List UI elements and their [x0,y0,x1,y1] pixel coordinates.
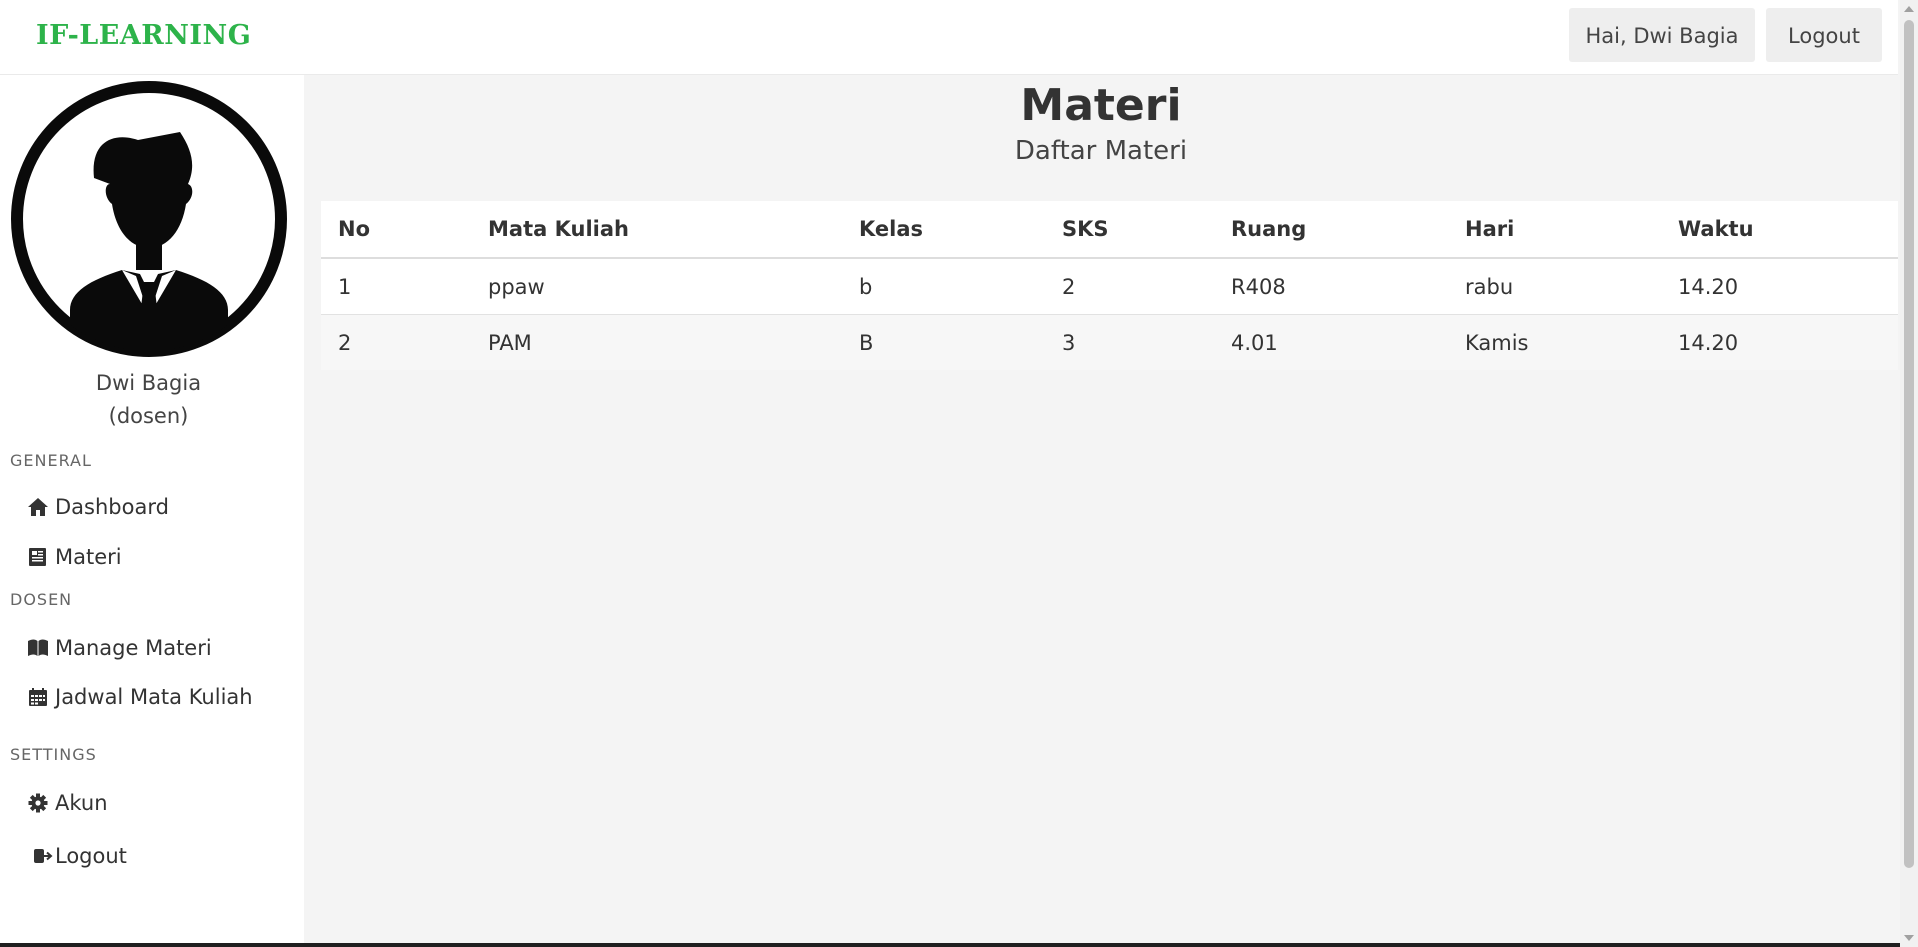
table-row: 2 PAM B 3 4.01 Kamis 14.20 [321,314,1898,370]
cell-ruang: R408 [1214,258,1448,315]
logout-button[interactable]: Logout [1766,8,1882,62]
sidebar-item-label: Logout [55,844,127,868]
cell-hari: Kamis [1448,314,1661,370]
profile-name: Dwi Bagia [95,371,202,395]
column-header-kelas: Kelas [842,201,1045,259]
section-label-settings: SETTINGS [10,745,97,764]
brand-logo[interactable]: IF-LEARNING [36,20,251,51]
cell-waktu: 14.20 [1661,258,1898,315]
user-greeting-button[interactable]: Hai, Dwi Bagia [1569,8,1755,62]
sidebar-item-label: Manage Materi [55,636,212,660]
sidebar-item-label: Dashboard [55,495,169,519]
cell-waktu: 14.20 [1661,314,1898,370]
window-bottom-border [0,943,1900,947]
sign-out-icon [34,849,53,863]
vertical-scrollbar[interactable] [1900,0,1918,947]
sidebar-item-logout[interactable]: Logout [33,839,127,873]
scrollbar-thumb[interactable] [1904,20,1914,868]
cell-no: 1 [321,258,471,315]
sidebar-item-label: Materi [55,545,122,569]
user-avatar-icon [11,81,287,357]
cell-mata-kuliah: ppaw [471,258,842,315]
gear-icon [28,793,48,813]
cell-sks: 2 [1045,258,1214,315]
profile-role: (dosen) [108,404,189,428]
sidebar: Dwi Bagia (dosen) GENERAL Dashboard Mate… [0,75,304,947]
cell-kelas: B [842,314,1045,370]
section-label-dosen: DOSEN [10,590,73,609]
sidebar-item-akun[interactable]: Akun [27,786,108,820]
sidebar-item-manage-materi[interactable]: Manage Materi [27,631,212,665]
scroll-down-arrow-icon[interactable] [1904,935,1914,941]
cell-hari: rabu [1448,258,1661,315]
table-header-row: No Mata Kuliah Kelas SKS Ruang Hari Wakt… [321,201,1898,259]
sidebar-item-label: Akun [55,791,108,815]
sidebar-item-label: Jadwal Mata Kuliah [55,685,253,709]
column-header-no: No [321,201,471,259]
cell-mata-kuliah: PAM [471,314,842,370]
materi-table: No Mata Kuliah Kelas SKS Ruang Hari Wakt… [321,201,1898,370]
cell-sks: 3 [1045,314,1214,370]
section-label-general: GENERAL [10,451,92,470]
cell-no: 2 [321,314,471,370]
sidebar-item-jadwal-mata-kuliah[interactable]: Jadwal Mata Kuliah [27,680,253,714]
table-row: 1 ppaw b 2 R408 rabu 14.20 [321,258,1898,315]
column-header-hari: Hari [1448,201,1661,259]
column-header-waktu: Waktu [1661,201,1898,259]
newspaper-icon [29,548,46,566]
sidebar-item-materi[interactable]: Materi [27,540,122,574]
cell-ruang: 4.01 [1214,314,1448,370]
column-header-sks: SKS [1045,201,1214,259]
materi-table-container: No Mata Kuliah Kelas SKS Ruang Hari Wakt… [321,201,1898,370]
home-icon [28,498,48,516]
column-header-mata-kuliah: Mata Kuliah [471,201,842,259]
page-subtitle: Daftar Materi [1014,136,1188,166]
sidebar-item-dashboard[interactable]: Dashboard [27,490,169,524]
calendar-icon [29,688,47,706]
column-header-ruang: Ruang [1214,201,1448,259]
page-title: Materi [1020,80,1182,131]
scroll-up-arrow-icon[interactable] [1904,6,1914,12]
book-icon [28,639,48,656]
top-navbar: IF-LEARNING Hai, Dwi Bagia Logout [0,0,1898,75]
cell-kelas: b [842,258,1045,315]
